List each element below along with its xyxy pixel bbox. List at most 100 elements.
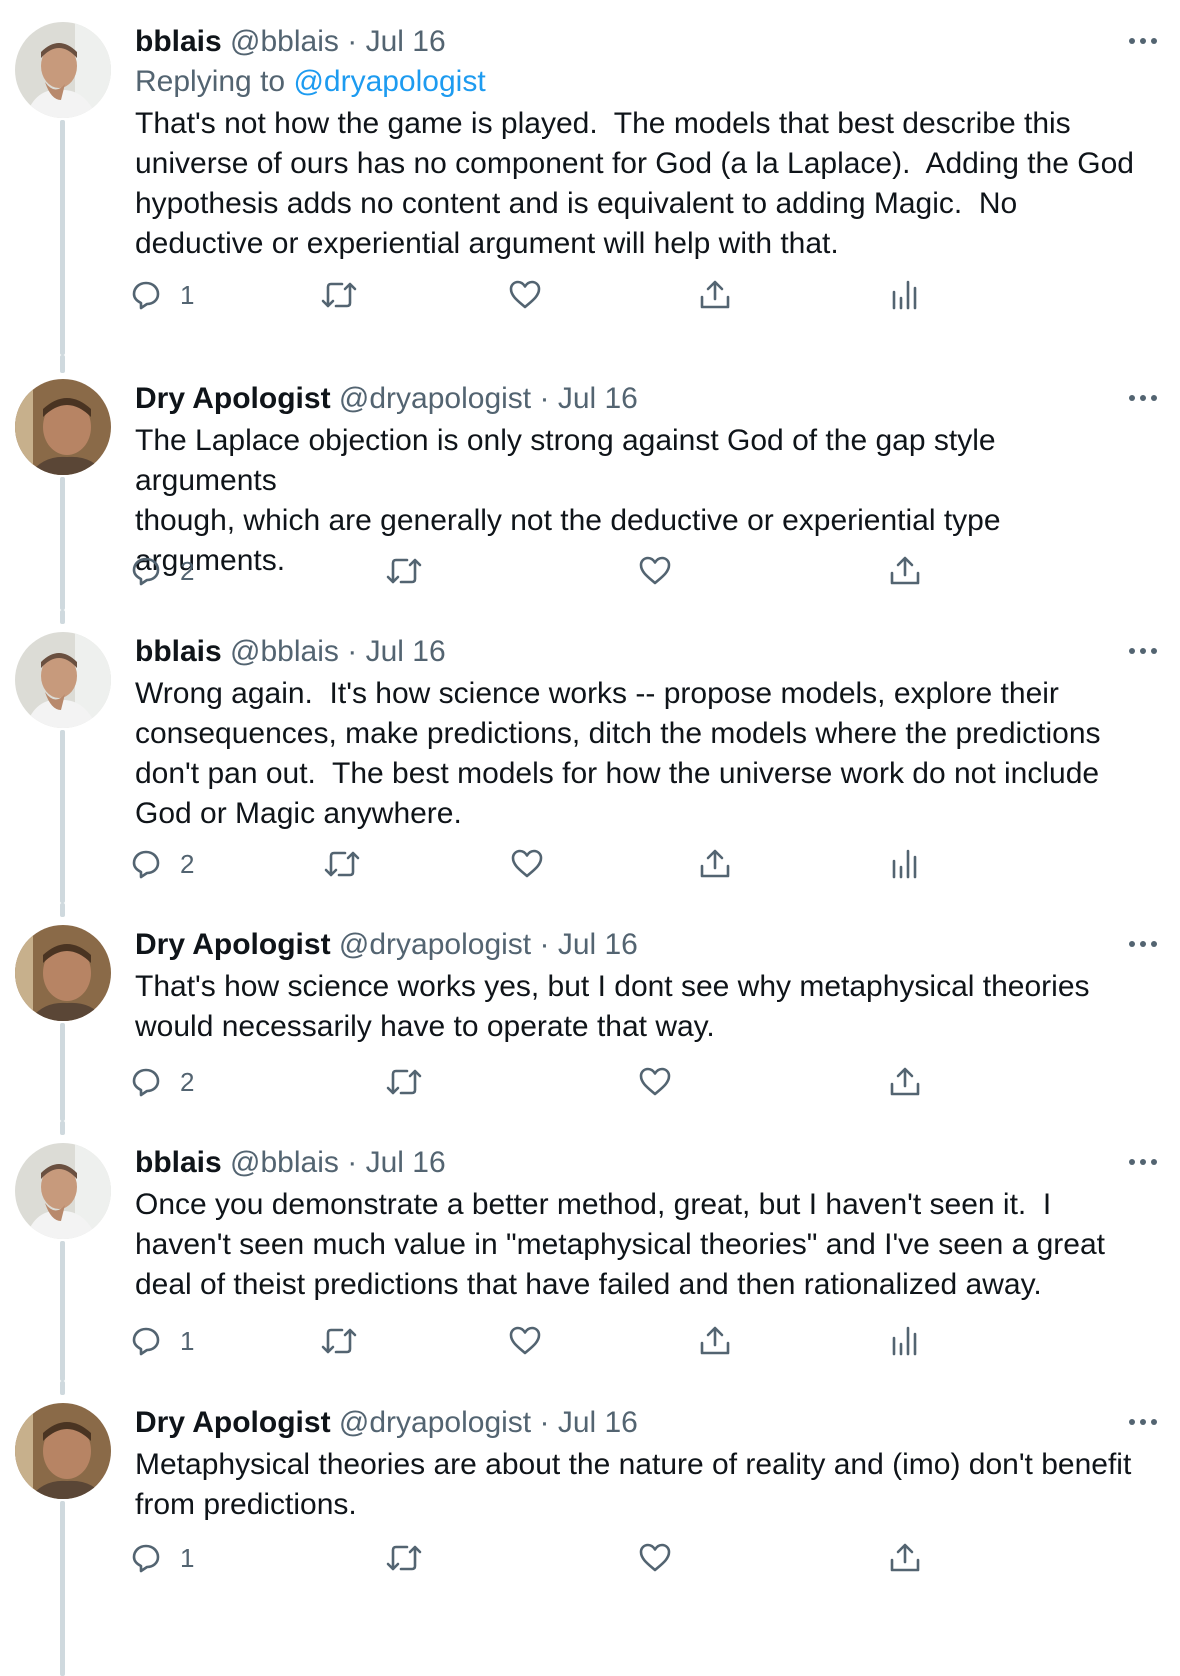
like-button[interactable] — [638, 551, 672, 591]
thread-line — [60, 477, 65, 610]
like-button[interactable] — [510, 844, 544, 884]
thread-line — [60, 1501, 65, 1676]
reply-count: 2 — [180, 555, 195, 586]
author-handle[interactable]: @bblais — [230, 25, 339, 58]
tweet[interactable]: bblais @bblais · Jul 16 Wrong again. It'… — [0, 610, 1180, 903]
more-icon[interactable] — [1123, 929, 1163, 959]
tweet-header: Dry Apologist @dryapologist · Jul 16 — [135, 1403, 1145, 1443]
tweet[interactable]: Dry Apologist @dryapologist · Jul 16 The… — [0, 355, 1180, 610]
tweet[interactable]: bblais @bblais · Jul 16 Once you demonst… — [0, 1121, 1180, 1381]
analytics-button[interactable] — [890, 844, 918, 884]
avatar[interactable] — [15, 22, 111, 118]
timestamp[interactable]: Jul 16 — [366, 25, 446, 58]
more-icon[interactable] — [1123, 636, 1163, 666]
reply-icon — [132, 850, 160, 879]
thread-line — [60, 1241, 65, 1381]
timestamp[interactable]: Jul 16 — [558, 382, 638, 415]
more-icon[interactable] — [1123, 383, 1163, 413]
reply-button[interactable]: 2 — [130, 1062, 194, 1102]
share-icon — [700, 849, 730, 878]
analytics-button[interactable] — [890, 275, 918, 315]
retweet-button[interactable] — [385, 551, 423, 591]
retweet-icon — [321, 282, 357, 308]
thread-line — [60, 120, 65, 355]
retweet-button[interactable] — [320, 275, 358, 315]
author-name[interactable]: bblais — [135, 1146, 222, 1179]
avatar[interactable] — [15, 925, 111, 1021]
replying-to: Replying to @dryapologist — [135, 62, 1145, 102]
like-button[interactable] — [638, 1538, 672, 1578]
share-button[interactable] — [698, 1321, 732, 1361]
tweet[interactable]: Dry Apologist @dryapologist · Jul 16 Tha… — [0, 903, 1180, 1121]
author-handle[interactable]: @bblais — [230, 1146, 339, 1179]
tweet-content: bblais @bblais · Jul 16 Wrong again. It'… — [132, 632, 1157, 879]
more-icon[interactable] — [1123, 1407, 1163, 1437]
avatar[interactable] — [15, 379, 111, 475]
author-handle[interactable]: @dryapologist — [339, 928, 531, 961]
more-icon[interactable] — [1123, 26, 1163, 56]
replying-prefix: Replying to — [135, 65, 294, 98]
tweet-actions: 2 — [132, 1062, 1115, 1102]
author-name[interactable]: Dry Apologist — [135, 1406, 331, 1439]
thread-line — [60, 1121, 65, 1135]
author-handle[interactable]: @bblais — [230, 635, 339, 668]
like-button[interactable] — [638, 1062, 672, 1102]
tweet-content: bblais @bblais · Jul 16 Once you demonst… — [132, 1143, 1157, 1356]
separator: · — [347, 25, 358, 58]
reply-icon — [132, 1068, 160, 1097]
avatar[interactable] — [15, 1403, 111, 1499]
timestamp[interactable]: Jul 16 — [366, 635, 446, 668]
tweet-content: bblais @bblais · Jul 16 Replying to @dry… — [132, 22, 1157, 310]
retweet-button[interactable] — [323, 844, 361, 884]
reply-icon — [132, 1327, 160, 1356]
retweet-button[interactable] — [385, 1062, 423, 1102]
reply-button[interactable]: 1 — [130, 1538, 194, 1578]
author-name[interactable]: Dry Apologist — [135, 928, 331, 961]
share-button[interactable] — [698, 844, 732, 884]
tweet-header: Dry Apologist @dryapologist · Jul 16 — [135, 379, 1145, 419]
avatar-column — [15, 1143, 111, 1239]
share-button[interactable] — [698, 275, 732, 315]
share-button[interactable] — [888, 551, 922, 591]
author-name[interactable]: bblais — [135, 25, 222, 58]
avatar-column — [15, 1403, 111, 1499]
tweet-actions: 1 — [132, 275, 1115, 315]
reply-button[interactable]: 2 — [130, 844, 194, 884]
tweet-content: Dry Apologist @dryapologist · Jul 16 The… — [132, 379, 1157, 586]
tweet[interactable]: bblais @bblais · Jul 16 Replying to @dry… — [0, 0, 1180, 355]
like-button[interactable] — [508, 1321, 542, 1361]
author-name[interactable]: bblais — [135, 635, 222, 668]
share-icon — [700, 280, 730, 309]
analytics-button[interactable] — [890, 1321, 918, 1361]
more-icon[interactable] — [1123, 1147, 1163, 1177]
analytics-icon — [892, 280, 917, 310]
avatar-column — [15, 379, 111, 475]
avatar[interactable] — [15, 632, 111, 728]
tweet-header: bblais @bblais · Jul 16 — [135, 632, 1145, 672]
retweet-button[interactable] — [385, 1538, 423, 1578]
share-button[interactable] — [888, 1538, 922, 1578]
retweet-icon — [386, 1069, 422, 1095]
author-handle[interactable]: @dryapologist — [339, 382, 531, 415]
like-button[interactable] — [508, 275, 542, 315]
tweet[interactable]: Dry Apologist @dryapologist · Jul 16 Met… — [0, 1381, 1180, 1676]
reply-count: 1 — [180, 279, 195, 310]
tweet-text: That's not how the game is played. The m… — [135, 107, 1134, 260]
timestamp[interactable]: Jul 16 — [558, 928, 638, 961]
reply-button[interactable]: 1 — [130, 275, 194, 315]
retweet-button[interactable] — [320, 1321, 358, 1361]
reply-icon — [132, 1544, 160, 1573]
timestamp[interactable]: Jul 16 — [558, 1406, 638, 1439]
share-button[interactable] — [888, 1062, 922, 1102]
author-handle[interactable]: @dryapologist — [339, 1406, 531, 1439]
reply-button[interactable]: 1 — [130, 1321, 194, 1361]
reply-count: 2 — [180, 848, 195, 879]
retweet-icon — [386, 1545, 422, 1571]
separator: · — [347, 1146, 358, 1179]
avatar[interactable] — [15, 1143, 111, 1239]
timestamp[interactable]: Jul 16 — [366, 1146, 446, 1179]
author-name[interactable]: Dry Apologist — [135, 382, 331, 415]
separator: · — [539, 382, 550, 415]
replying-to-mention[interactable]: @dryapologist — [293, 65, 485, 98]
reply-button[interactable]: 2 — [130, 551, 194, 591]
